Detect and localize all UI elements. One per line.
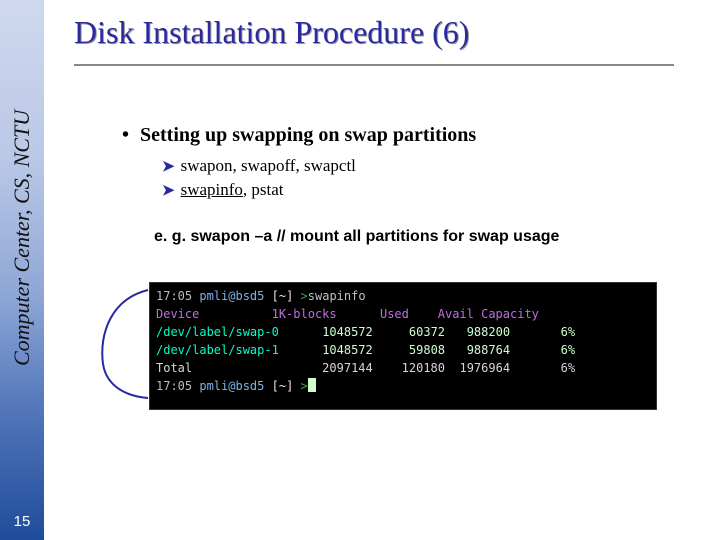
bullet-sub-2-underlined: swapinfo (181, 180, 243, 199)
term-time: 17:05 (156, 379, 192, 393)
term-userhost: pmli@bsd5 (199, 289, 264, 303)
term-row-cap: 6% (561, 325, 575, 339)
term-row-avail: 988200 (467, 325, 510, 339)
bullet-sub-1: ➤ swapon, swapoff, swapctl (162, 156, 356, 176)
term-row-avail: 988764 (467, 343, 510, 357)
term-row-kb: 1048572 (322, 343, 373, 357)
content-area: Disk Installation Procedure (6) •Setting… (44, 0, 720, 540)
term-total-cap: 6% (561, 361, 575, 375)
slide-title: Disk Installation Procedure (6) (74, 14, 469, 51)
term-prompt-char: > (301, 379, 308, 393)
term-total-kb: 2097144 (322, 361, 373, 375)
term-path: [~] (272, 289, 294, 303)
term-row-used: 59808 (409, 343, 445, 357)
bullet-sub-1-text: swapon, swapoff, swapctl (181, 156, 356, 175)
term-total-row: Total 2097144 120180 1976964 6% (156, 361, 575, 375)
bullet-main-text: Setting up swapping on swap partitions (140, 124, 476, 146)
title-rule (74, 64, 674, 66)
chevron-icon: ➤ (162, 158, 175, 175)
slide: Computer Center, CS, NCTU 15 Disk Instal… (0, 0, 720, 540)
term-path: [~] (272, 379, 294, 393)
term-total-used: 120180 (402, 361, 445, 375)
chevron-icon: ➤ (162, 182, 175, 199)
term-row-kb: 1048572 (322, 325, 373, 339)
left-rail: Computer Center, CS, NCTU 15 (0, 0, 44, 540)
term-cmd: swapinfo (308, 289, 366, 303)
example-text: e. g. swapon –a // mount all partitions … (154, 228, 559, 246)
term-total-avail: 1976964 (459, 361, 510, 375)
rail-text: Computer Center, CS, NCTU (9, 6, 35, 366)
term-row-dev: /dev/label/swap-1 (156, 343, 279, 357)
bullet-main: •Setting up swapping on swap partitions (122, 124, 476, 147)
term-row: /dev/label/swap-0 1048572 60372 988200 6… (156, 325, 575, 339)
bullet-sub-2: ➤ swapinfo, pstat (162, 180, 284, 200)
term-row: /dev/label/swap-1 1048572 59808 988764 6… (156, 343, 575, 357)
term-header: Device 1K-blocks Used Avail Capacity (156, 307, 539, 321)
page-number: 15 (0, 513, 44, 530)
cursor-icon (308, 378, 316, 392)
term-time: 17:05 (156, 289, 192, 303)
term-row-dev: /dev/label/swap-0 (156, 325, 279, 339)
terminal: 17:05 pmli@bsd5 [~] >swapinfo Device 1K-… (149, 282, 657, 410)
terminal-figure: 17:05 pmli@bsd5 [~] >swapinfo Device 1K-… (99, 282, 657, 412)
term-prompt-char: > (301, 289, 308, 303)
term-userhost: pmli@bsd5 (199, 379, 264, 393)
bullet-sub-2-rest: , pstat (243, 180, 284, 199)
bullet-dot-icon: • (122, 124, 140, 147)
term-row-used: 60372 (409, 325, 445, 339)
term-row-cap: 6% (561, 343, 575, 357)
term-total-label: Total (156, 361, 192, 375)
